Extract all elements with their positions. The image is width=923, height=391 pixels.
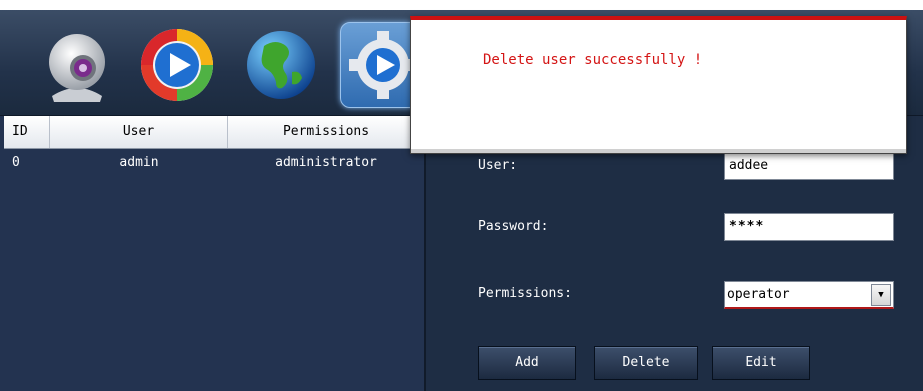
permissions-label: Permissions:	[478, 286, 572, 301]
user-label: User:	[478, 158, 518, 173]
password-input[interactable]: ****	[724, 213, 894, 241]
play-icon[interactable]	[138, 26, 216, 104]
column-header-user[interactable]: User	[50, 116, 228, 148]
cell-id: 0	[12, 155, 20, 170]
dialog-message: Delete user successfully !	[483, 52, 703, 68]
column-header-id[interactable]: ID	[4, 116, 50, 148]
table-header: ID User Permissions	[4, 116, 424, 149]
column-header-permissions[interactable]: Permissions	[228, 116, 424, 148]
cell-user: admin	[119, 155, 159, 170]
edit-button[interactable]: Edit	[712, 346, 810, 380]
permissions-selected-value: operator	[727, 287, 790, 302]
add-button[interactable]: Add	[478, 346, 576, 380]
cell-permissions: administrator	[275, 155, 377, 170]
globe-icon[interactable]	[242, 26, 320, 104]
user-input[interactable]: addee	[724, 152, 894, 180]
delete-button[interactable]: Delete	[594, 346, 698, 380]
password-label: Password:	[478, 219, 549, 234]
top-strip	[0, 0, 923, 10]
permissions-select[interactable]: operator ▼	[724, 281, 894, 309]
user-form-panel: User: addee Password: **** Permissions: …	[426, 116, 923, 391]
user-list-panel: ID User Permissions 0 admin administrato…	[0, 116, 426, 391]
message-dialog: Delete user successfully !	[410, 16, 907, 154]
webcam-icon[interactable]	[38, 26, 116, 104]
chevron-down-icon[interactable]: ▼	[871, 284, 891, 306]
table-row[interactable]: 0 admin administrator	[4, 152, 424, 174]
